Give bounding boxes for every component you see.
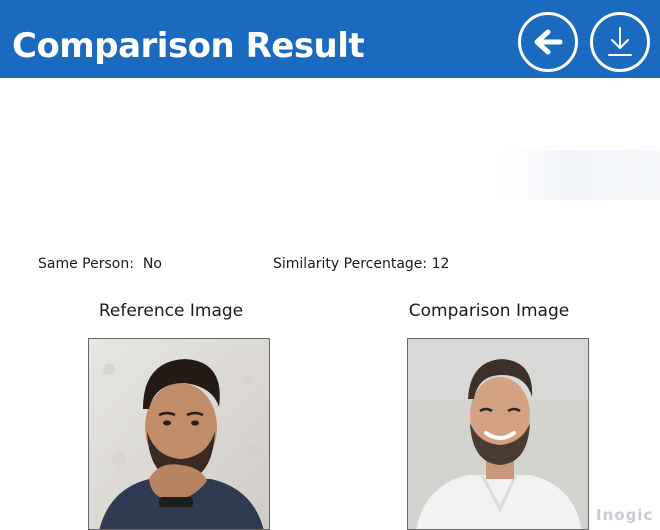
comparison-image: [407, 338, 589, 530]
back-button[interactable]: [518, 12, 578, 72]
similarity-label: Similarity Percentage:: [273, 256, 428, 272]
arrow-left-icon: [534, 29, 563, 55]
comparison-image-label: Comparison Image: [408, 301, 570, 321]
app-header: Comparison Result: [0, 0, 660, 78]
page-title: Comparison Result: [12, 26, 365, 66]
brand-watermark: Inogic: [596, 506, 654, 524]
same-person-value: No: [142, 256, 162, 272]
reference-image-label: Reference Image: [98, 301, 244, 321]
same-person-label: Same Person:: [38, 256, 134, 272]
download-button[interactable]: [590, 12, 650, 72]
same-person-result: Same Person: No: [38, 255, 162, 273]
empty-area: [500, 150, 660, 200]
similarity-result: Similarity Percentage: 12: [273, 255, 449, 273]
download-icon: [608, 27, 632, 56]
similarity-value: 12: [431, 256, 450, 272]
reference-image: [88, 338, 270, 530]
